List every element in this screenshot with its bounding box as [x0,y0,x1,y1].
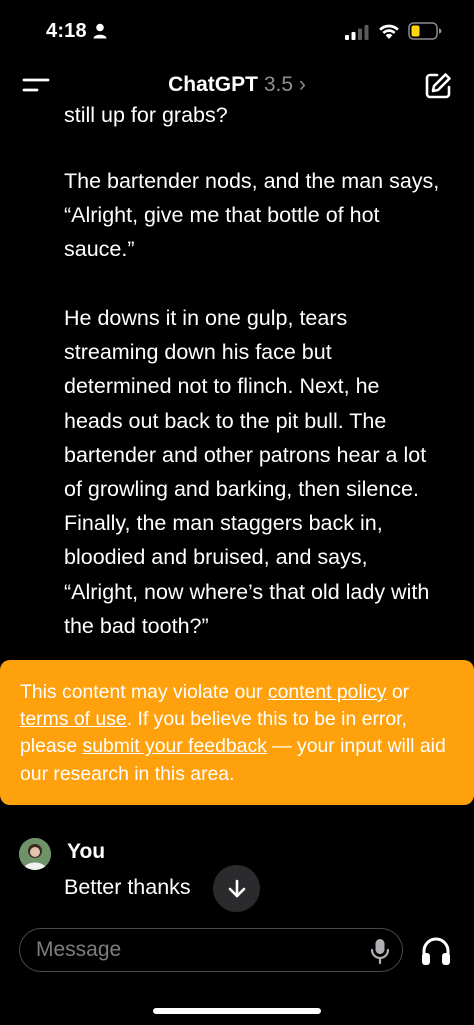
message-input[interactable] [36,929,356,970]
avatar [19,838,51,870]
user-photo-icon [19,838,51,870]
user-message-text: Better thanks [64,875,191,899]
composer-bar [0,916,474,1025]
home-indicator[interactable] [153,1008,321,1014]
model-version: 3.5 [263,73,294,96]
submit-feedback-link[interactable]: submit your feedback [83,735,267,757]
terms-of-use-link[interactable]: terms of use [20,708,127,730]
warning-text: This content may violate our [20,681,268,703]
app-title: ChatGPT [168,73,258,96]
warning-text: or [386,681,410,703]
arrow-down-icon [228,879,245,897]
compose-icon[interactable] [424,72,452,100]
assistant-paragraph: The bartender nods, and the man says, “A… [64,169,440,262]
content-warning-banner: This content may violate our content pol… [0,660,474,805]
content-policy-link[interactable]: content policy [268,681,387,703]
nav-bar: ChatGPT 3.5 › [0,64,474,106]
user-name: You [67,840,106,863]
scroll-to-bottom-button[interactable] [213,865,260,912]
microphone-icon[interactable] [370,938,390,964]
assistant-paragraph: He downs it in one gulp, tears streaming… [64,306,430,638]
chevron-right-icon: › [298,73,306,96]
model-selector[interactable]: ChatGPT 3.5 › [0,73,474,97]
message-input-container[interactable] [19,928,403,972]
headphones-icon[interactable] [420,936,452,966]
